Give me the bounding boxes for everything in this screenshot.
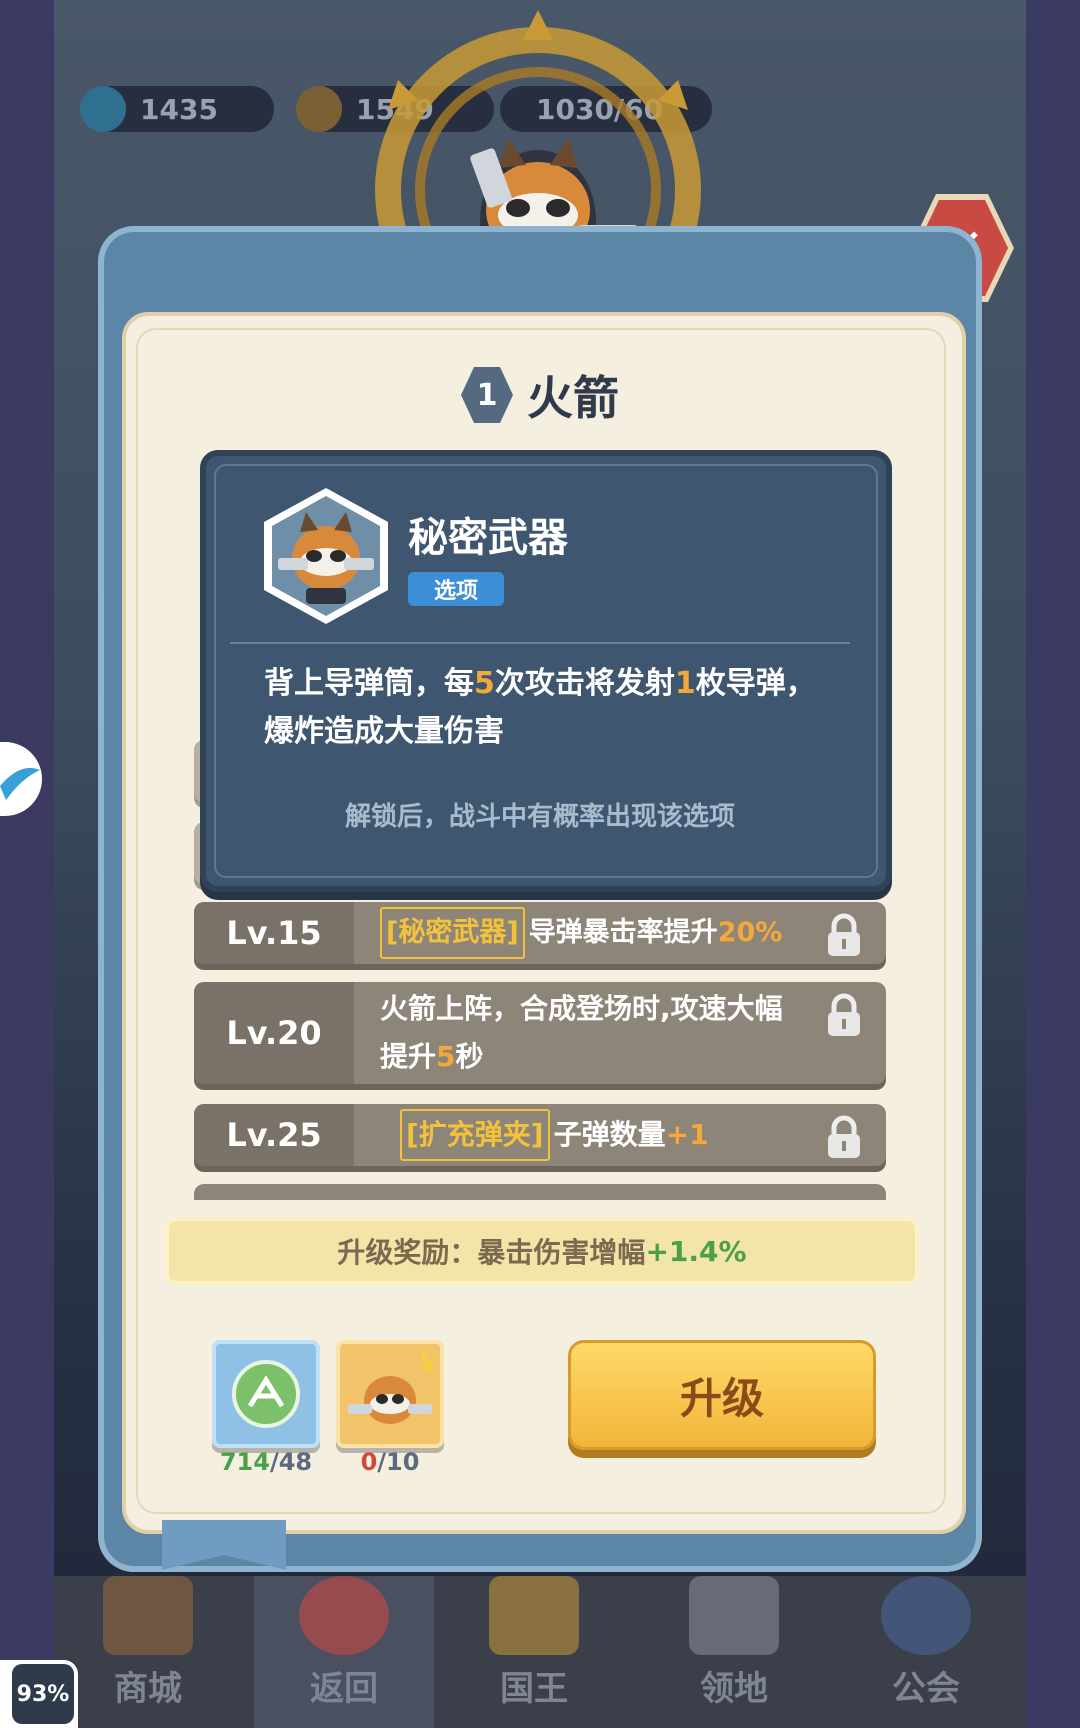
bonus-label: 升级奖励：暴击伤害增幅: [337, 1236, 646, 1269]
skill-name: 秘密武器: [408, 515, 568, 561]
battery-indicator: 93%: [12, 1664, 74, 1724]
material-have: 714: [219, 1448, 270, 1476]
crown-icon: [489, 1576, 579, 1655]
skill-desc-text: 背上导弹筒，每: [264, 666, 474, 701]
tab-label: 国王: [500, 1669, 568, 1709]
hero-level-badge: 1: [461, 367, 513, 423]
upgrade-button[interactable]: 升级: [568, 1340, 876, 1450]
coin-icon: [296, 86, 342, 132]
gem-counter: 1435: [80, 86, 274, 132]
tooltip-divider: [230, 642, 850, 644]
skill-tag: 选项: [408, 572, 504, 606]
upgrade-text: 子弹数量: [553, 1118, 666, 1151]
upgrade-row-partial: [194, 1184, 886, 1200]
upgrade-level: Lv.15: [194, 902, 354, 964]
upgrade-row[interactable]: Lv.25 [扩充弹夹] 子弹数量 +1: [194, 1104, 886, 1166]
upgrade-row[interactable]: Lv.15 [秘密武器] 导弹暴击率提升 20%: [194, 902, 886, 964]
upgrade-value: 20%: [717, 917, 783, 948]
tab-label: 公会: [892, 1669, 960, 1709]
upgrade-desc: [扩充弹夹] 子弹数量 +1: [400, 1104, 806, 1166]
exp-book-icon: [232, 1360, 300, 1428]
hero-name: 火箭: [527, 371, 619, 425]
bonus-value: +1.4%: [645, 1234, 747, 1268]
back-icon: [299, 1576, 389, 1655]
material-exp-book[interactable]: [212, 1340, 320, 1448]
gem-count: 1435: [140, 92, 218, 126]
tab-territory[interactable]: 领地: [644, 1576, 824, 1728]
material-need: /10: [377, 1448, 420, 1476]
upgrade-desc: 火箭上阵，合成登场时,攻速大幅提升5秒: [380, 982, 806, 1084]
material-count: 714/48: [216, 1448, 316, 1476]
upgrade-level: Lv.20: [194, 982, 354, 1084]
skill-desc-value: 5: [474, 666, 495, 701]
lock-icon: [828, 1115, 860, 1158]
upgrade-value: +1: [665, 1118, 709, 1151]
material-have: 0: [360, 1448, 378, 1476]
upgrade-level: Lv.25: [194, 1104, 354, 1166]
tab-back[interactable]: 返回: [254, 1576, 434, 1728]
skill-note: 解锁后，战斗中有概率出现该选项: [344, 802, 735, 832]
castle-icon: [689, 1576, 779, 1655]
gem-icon: [80, 86, 126, 132]
lock-icon: [828, 913, 860, 956]
planet-icon: [881, 1576, 971, 1655]
upgrade-text: 导弹暴击率提升: [528, 917, 718, 948]
tab-king[interactable]: 国王: [444, 1576, 624, 1728]
upgrade-tag: [秘密武器]: [380, 907, 525, 959]
hero-title: 1 火箭: [0, 362, 1080, 428]
tab-guild[interactable]: 公会: [836, 1576, 1016, 1728]
upgrade-bonus-bar: 升级奖励：暴击伤害增幅 +1.4%: [166, 1218, 918, 1284]
tab-label: 领地: [700, 1669, 768, 1709]
material-need: /48: [269, 1448, 313, 1476]
upgrade-value: 5: [436, 1040, 456, 1073]
upgrade-tag: [扩充弹夹]: [400, 1109, 550, 1161]
tab-label: 返回: [310, 1669, 378, 1709]
upgrade-suffix: 秒: [455, 1040, 484, 1073]
tab-shop[interactable]: 商城: [58, 1576, 238, 1728]
skill-description: 背上导弹筒，每5次攻击将发射1枚导弹，爆炸造成大量伤害: [264, 660, 824, 756]
lock-icon: [828, 993, 860, 1036]
upgrade-row[interactable]: Lv.20 火箭上阵，合成登场时,攻速大幅提升5秒: [194, 982, 886, 1084]
tab-label: 商城: [114, 1669, 182, 1709]
upgrade-desc: [秘密武器] 导弹暴击率提升 20%: [380, 902, 816, 964]
hero-shard-icon: [348, 1348, 438, 1424]
material-hero-shard[interactable]: [336, 1340, 444, 1448]
floating-assistant-button[interactable]: [0, 742, 42, 816]
bird-icon: [0, 768, 40, 800]
skill-desc-value: 1: [674, 666, 696, 701]
skill-desc-text: 次攻击将发射: [494, 666, 675, 701]
material-count: 0/10: [340, 1448, 440, 1476]
shop-icon: [103, 1576, 193, 1655]
